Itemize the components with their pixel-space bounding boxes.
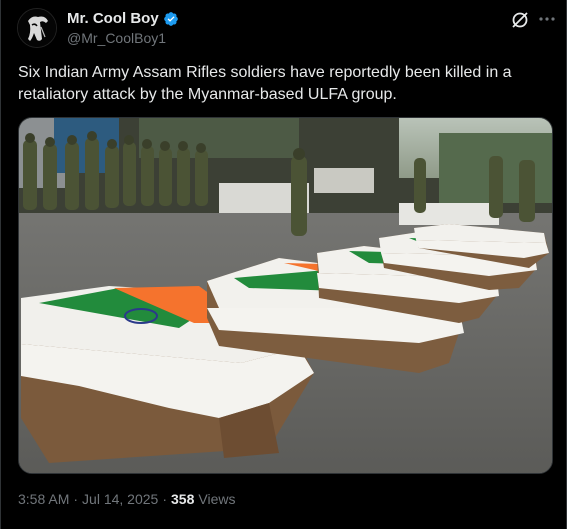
author-display-name[interactable]: Mr. Cool Boy xyxy=(67,10,159,27)
avatar[interactable] xyxy=(17,8,57,48)
more-options-button[interactable] xyxy=(536,8,558,30)
coffins-photo xyxy=(19,118,552,473)
grok-icon xyxy=(512,12,528,28)
meta-separator: · xyxy=(73,491,79,507)
tweet-text: Six Indian Army Assam Rifles soldiers ha… xyxy=(18,64,512,103)
verified-badge-icon xyxy=(163,11,178,26)
tweet-date[interactable]: Jul 14, 2025 xyxy=(82,491,158,507)
tweet-card: Mr. Cool Boy @Mr_CoolBoy1 Six Indian Arm… xyxy=(0,0,567,529)
meta-separator-2: · xyxy=(162,491,168,507)
grok-button[interactable] xyxy=(510,10,530,30)
tweet-media-image[interactable] xyxy=(18,117,553,474)
author-name-row[interactable]: Mr. Cool Boy xyxy=(67,10,179,27)
tweet-time[interactable]: 3:58 AM xyxy=(18,491,69,507)
more-options-icon xyxy=(539,17,555,21)
avatar-image xyxy=(18,9,56,47)
views-label: Views xyxy=(198,491,236,507)
tweet-meta: 3:58 AM · Jul 14, 2025 · 358 Views xyxy=(18,491,235,507)
author-handle[interactable]: @Mr_CoolBoy1 xyxy=(67,30,166,46)
views-count: 358 xyxy=(171,491,195,507)
